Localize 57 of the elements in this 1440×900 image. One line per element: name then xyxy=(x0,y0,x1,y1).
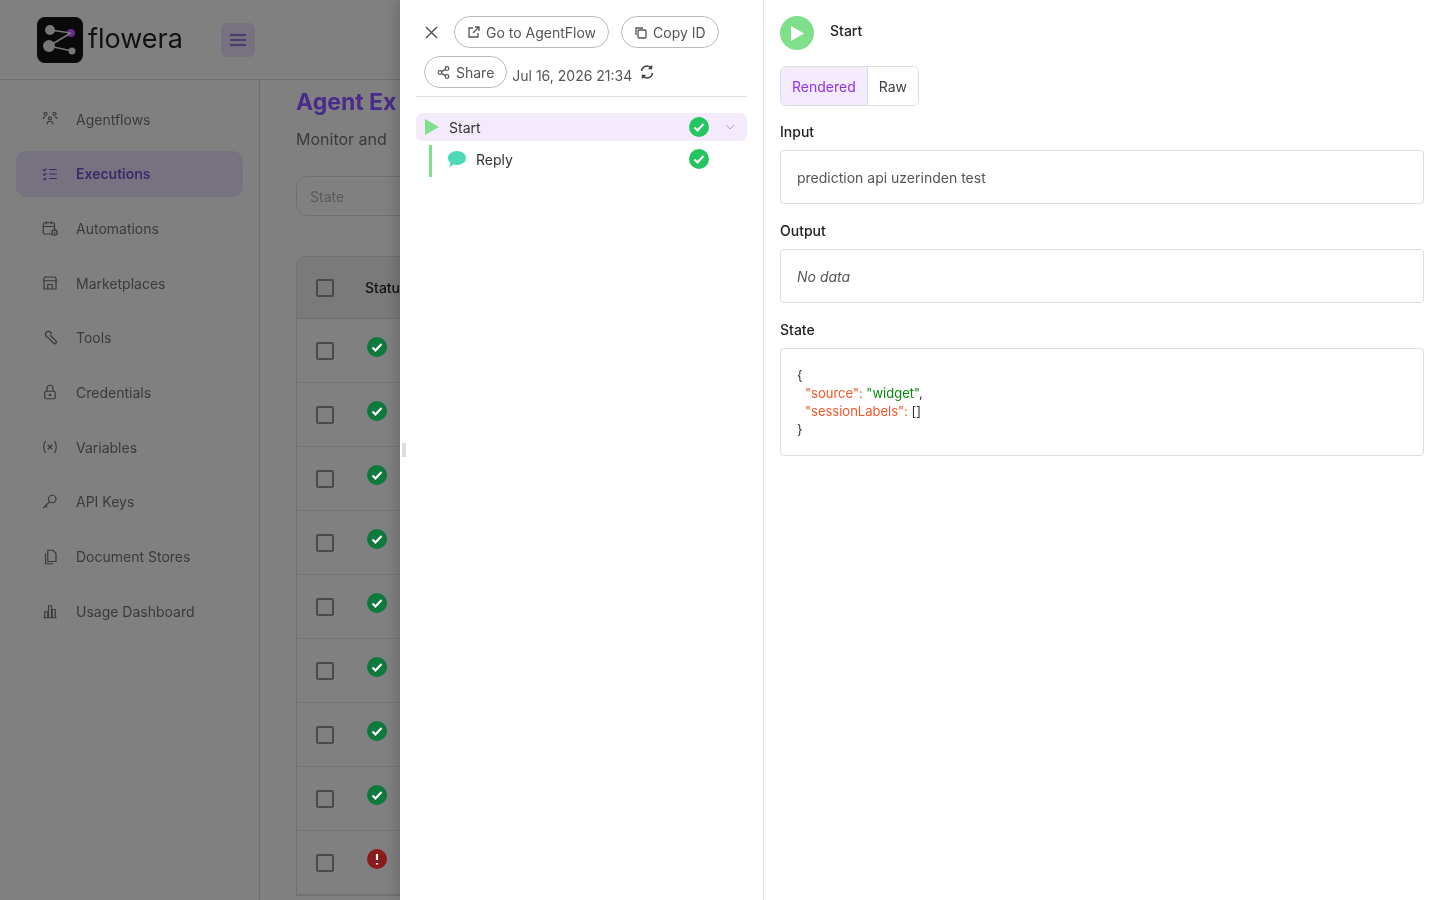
checkbox[interactable] xyxy=(316,406,334,424)
external-link-icon xyxy=(467,25,480,39)
copy-icon xyxy=(634,25,648,39)
logo-text: flowera xyxy=(88,21,183,58)
chat-bubble-icon xyxy=(448,151,466,167)
resize-handle-icon[interactable] xyxy=(402,443,406,457)
play-icon xyxy=(790,25,804,41)
timestamp: Jul 16, 2026 21:34 xyxy=(512,65,633,86)
column-header: Statu xyxy=(365,278,400,298)
sidebar-item[interactable]: Document Stores xyxy=(16,533,243,580)
sidebar-item[interactable]: Automations xyxy=(16,205,243,252)
checkbox[interactable] xyxy=(316,790,334,808)
refresh-icon xyxy=(639,64,656,80)
lock-icon xyxy=(41,383,59,402)
calendar-clock-icon xyxy=(41,219,59,238)
checkbox[interactable] xyxy=(316,726,334,744)
checkbox[interactable] xyxy=(316,854,334,872)
sidebar-item[interactable]: Credentials xyxy=(16,369,243,416)
sidebar-item[interactable]: Agentflows xyxy=(16,96,243,142)
view-tab[interactable]: Raw xyxy=(866,67,918,105)
checkbox[interactable] xyxy=(316,598,334,616)
menu-icon xyxy=(229,33,246,46)
play-icon xyxy=(425,119,439,135)
sidebar-item[interactable]: Executions xyxy=(16,150,243,197)
sidebar-item[interactable]: API Keys xyxy=(16,478,243,525)
checkbox[interactable] xyxy=(316,470,334,488)
checkbox[interactable] xyxy=(316,534,334,552)
view-tab[interactable]: Rendered xyxy=(781,67,867,105)
sidebar-item[interactable]: Usage Dashboard xyxy=(16,588,243,635)
close-icon xyxy=(424,25,438,39)
sidebar-item[interactable]: Marketplaces xyxy=(16,260,243,307)
key-icon xyxy=(41,492,59,511)
sidebar-item[interactable]: Tools xyxy=(16,314,243,361)
menu-button[interactable] xyxy=(220,22,255,57)
empty-text: No data xyxy=(797,266,851,287)
section-label: State xyxy=(780,320,816,340)
input-text: prediction api uzerinden test xyxy=(797,167,986,188)
share-icon xyxy=(437,65,450,79)
tree-item[interactable]: Reply xyxy=(434,145,747,173)
page-subtitle: Monitor and xyxy=(296,128,387,151)
chevron-icon[interactable] xyxy=(725,124,735,130)
code-line: { xyxy=(797,366,804,384)
node-title: Start xyxy=(830,20,863,41)
section-label: Input xyxy=(780,122,816,142)
store-icon xyxy=(41,274,59,293)
checkbox[interactable] xyxy=(316,342,334,360)
sidebar-item[interactable]: Variables xyxy=(16,424,243,471)
code-line: } xyxy=(797,420,804,438)
bar-chart-icon xyxy=(41,602,59,621)
code-line: "sessionLabels": [] xyxy=(804,402,922,420)
logo-icon xyxy=(37,16,83,63)
code-line: "source": "widget", xyxy=(804,384,923,402)
tree-item[interactable]: Start xyxy=(416,113,747,141)
checkbox[interactable] xyxy=(316,662,334,680)
section-label: Output xyxy=(780,221,827,241)
page-title: Agent Ex xyxy=(296,87,397,118)
checkbox[interactable] xyxy=(316,278,334,297)
